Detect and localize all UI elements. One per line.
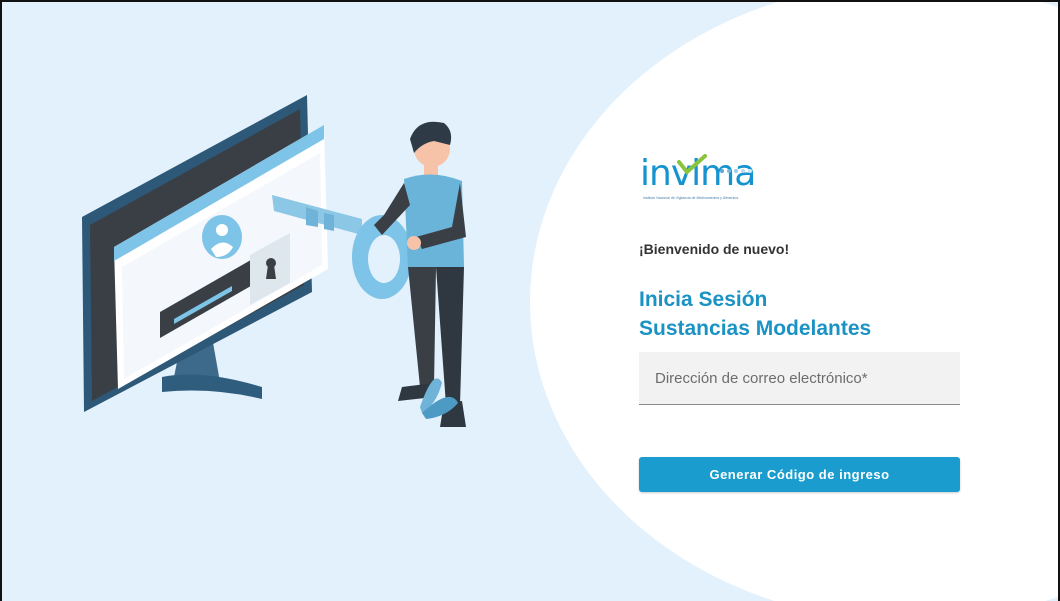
generate-code-button[interactable]: Generar Código de ingreso xyxy=(639,457,960,492)
email-input[interactable] xyxy=(639,352,960,404)
logo-dots-icon xyxy=(720,160,755,178)
page-title-line1: Inicia Sesión xyxy=(639,288,768,311)
login-panel: invima Instituto Nacional de Vigilancia … xyxy=(639,152,961,207)
logo-tagline: Instituto Nacional de Vigilancia de Medi… xyxy=(643,196,740,200)
checkmark-icon xyxy=(677,154,707,175)
invima-logo: invima Instituto Nacional de Vigilancia … xyxy=(639,152,789,207)
page-title: Inicia Sesión Sustancias Modelantes xyxy=(639,285,871,343)
page-title-line2: Sustancias Modelantes xyxy=(639,317,872,340)
login-illustration xyxy=(82,95,466,427)
welcome-text: ¡Bienvenido de nuevo! xyxy=(639,241,790,257)
page-frame: invima Instituto Nacional de Vigilancia … xyxy=(0,0,1060,601)
email-field xyxy=(639,352,960,405)
